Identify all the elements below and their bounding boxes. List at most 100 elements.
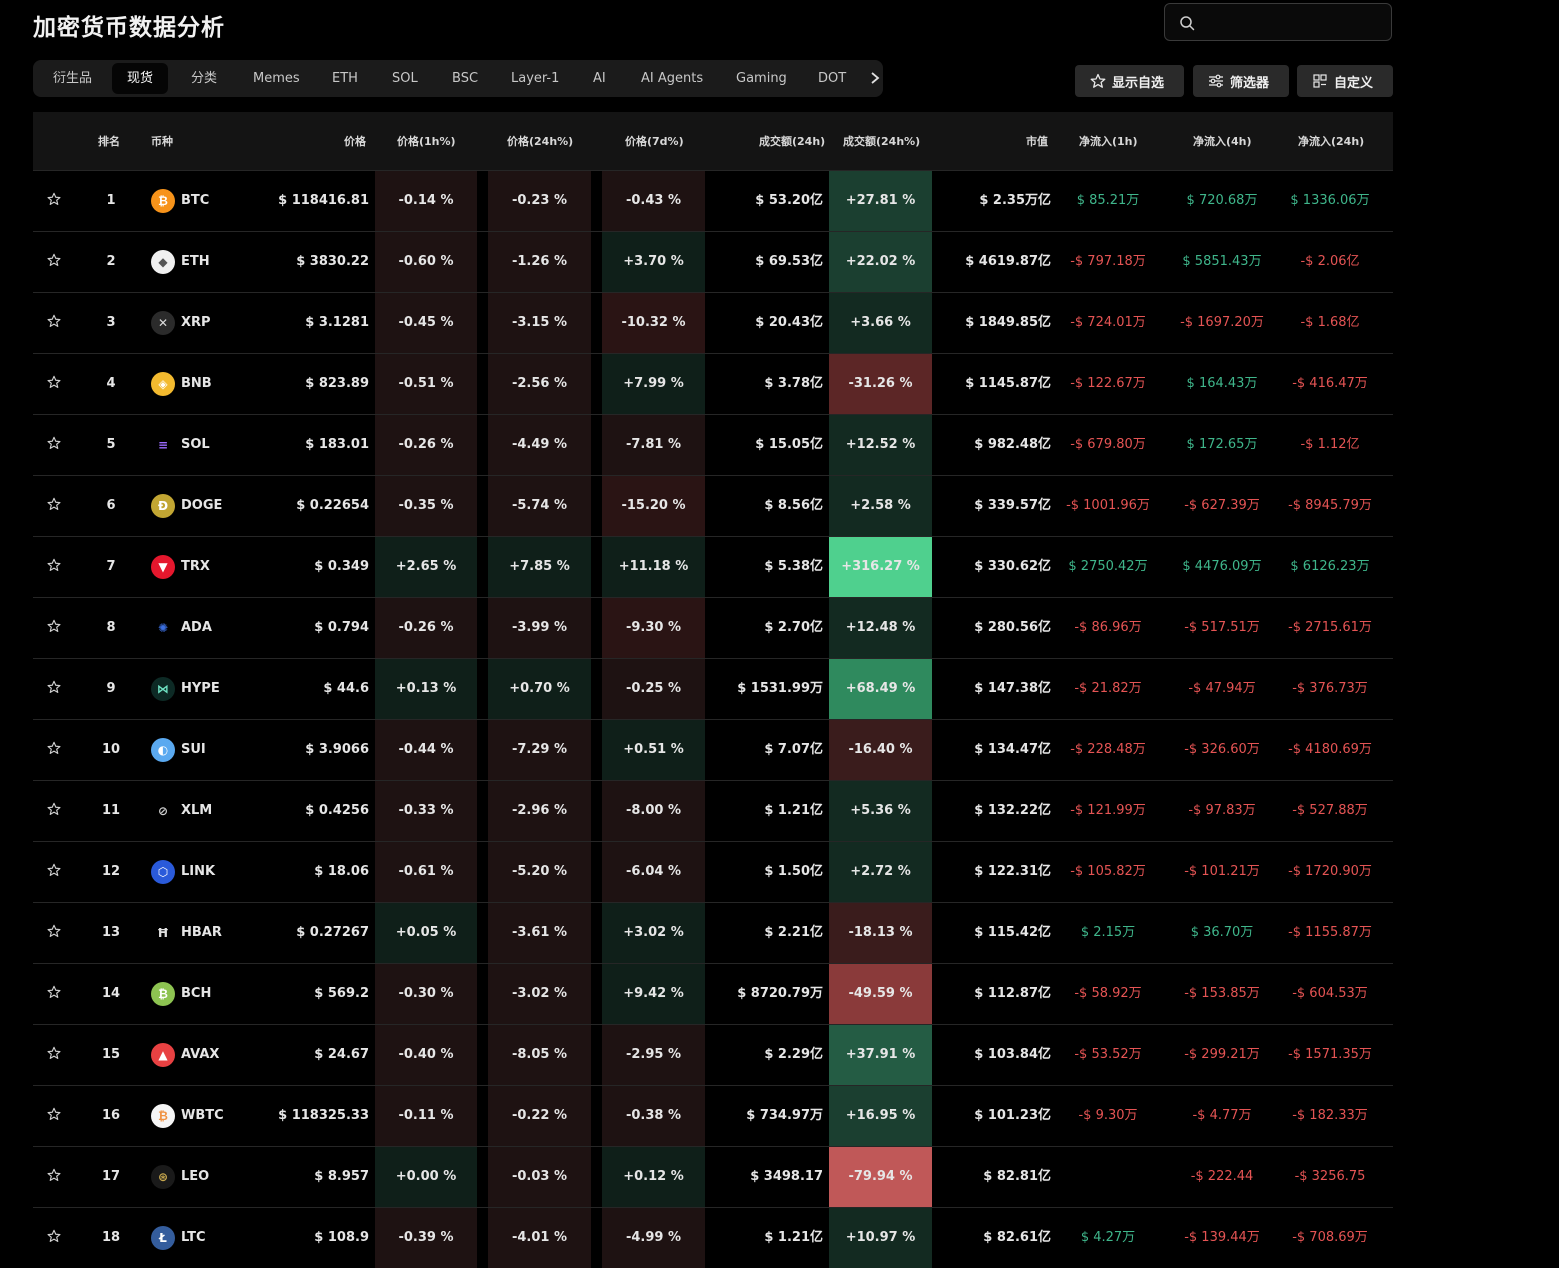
tab-12[interactable]: DOT	[803, 63, 861, 94]
table-row[interactable]: 14 ₿ BCH $ 569.2 -0.30 % -3.02 % +9.42 % $ 8720…	[33, 963, 1393, 1024]
rank-cell: 17	[101, 1169, 121, 1184]
price-change-24h-cell: +7.85 %	[488, 537, 591, 597]
customize-button[interactable]: 自定义	[1297, 65, 1393, 97]
price-change-7d-cell: -0.25 %	[602, 659, 705, 719]
market-cap-cell: $ 4619.87亿	[965, 254, 1051, 269]
favorite-star-icon[interactable]	[47, 619, 65, 637]
table-row[interactable]: 11 ⊘ XLM $ 0.4256 -0.33 % -2.96 % -8.00 % $ 1.2…	[33, 780, 1393, 841]
price-change-7d-cell: -4.99 %	[602, 1208, 705, 1268]
coin-symbol: DOGE	[181, 498, 223, 513]
tab-11[interactable]: Gaming	[721, 63, 802, 94]
table-row[interactable]: 10 ◐ SUI $ 3.9066 -0.44 % -7.29 % +0.51 % $ 7.0…	[33, 719, 1393, 780]
tab-4[interactable]: Memes	[238, 63, 315, 94]
table-row[interactable]: 16 ₿ WBTC $ 118325.33 -0.11 % -0.22 % -0.38 % $…	[33, 1085, 1393, 1146]
stellar-icon: ⊘	[157, 804, 169, 818]
tab-10[interactable]: AI Agents	[626, 63, 718, 94]
column-header-netflow-24h[interactable]: 净流入(24h)	[1298, 133, 1364, 149]
netflow-24h-cell: -$ 1.68亿	[1300, 315, 1360, 330]
favorite-star-icon[interactable]	[47, 1046, 65, 1064]
favorite-star-icon[interactable]	[47, 985, 65, 1003]
column-header-price-7d[interactable]: 价格(7d%)	[625, 133, 684, 149]
price-change-1h-cell: -0.60 %	[375, 232, 477, 292]
favorite-star-icon[interactable]	[47, 192, 65, 210]
favorite-star-icon[interactable]	[47, 1107, 65, 1125]
table-row[interactable]: 2 ◆ ETH $ 3830.22 -0.60 % -1.26 % +3.70 % $ 69.…	[33, 231, 1393, 292]
price-change-7d-cell: +7.99 %	[602, 354, 705, 414]
column-header-netflow-1h[interactable]: 净流入(1h)	[1079, 133, 1138, 149]
price-change-1h-cell: -0.35 %	[375, 476, 477, 536]
price-cell: $ 118416.81	[278, 193, 369, 208]
volume-cell: $ 15.05亿	[755, 437, 823, 452]
table-row[interactable]: 13 Ħ HBAR $ 0.27267 +0.05 % -3.61 % +3.02 % $ 2…	[33, 902, 1393, 963]
favorite-star-icon[interactable]	[47, 558, 65, 576]
column-header-volume[interactable]: 成交额(24h)	[759, 133, 825, 149]
favorite-star-icon[interactable]	[47, 863, 65, 881]
search-box[interactable]	[1164, 3, 1392, 41]
price-cell: $ 0.22654	[296, 498, 369, 513]
price-change-1h-cell: -0.26 %	[375, 415, 477, 475]
favorite-star-icon[interactable]	[47, 253, 65, 271]
favorite-star-icon[interactable]	[47, 741, 65, 759]
netflow-4h-cell: $ 172.65万	[1186, 437, 1258, 452]
netflow-24h-cell: -$ 1.12亿	[1300, 437, 1360, 452]
price-change-7d-cell: -0.43 %	[602, 171, 705, 231]
tab-6[interactable]: SOL	[377, 63, 433, 94]
favorite-star-icon[interactable]	[47, 802, 65, 820]
tab-8[interactable]: Layer-1	[496, 63, 574, 94]
watchlist-button[interactable]: 显示自选	[1075, 65, 1184, 97]
leo-icon: ⊛	[151, 1165, 175, 1189]
price-change-7d-cell: +11.18 %	[602, 537, 705, 597]
table-row[interactable]: 7 ▼ TRX $ 0.349 +2.65 % +7.85 % +11.18 % $ 5.38…	[33, 536, 1393, 597]
favorite-star-icon[interactable]	[47, 497, 65, 515]
filter-button-label: 筛选器	[1230, 76, 1270, 91]
table-row[interactable]: 5 ≡ SOL $ 183.01 -0.26 % -4.49 % -7.81 % $ 15.0…	[33, 414, 1393, 475]
table-row[interactable]: 4 ◈ BNB $ 823.89 -0.51 % -2.56 % +7.99 % $ 3.78…	[33, 353, 1393, 414]
favorite-star-icon[interactable]	[47, 436, 65, 454]
tab-1[interactable]: 衍生品	[38, 63, 107, 94]
volume-cell: $ 2.70亿	[764, 620, 823, 635]
netflow-24h-cell: -$ 604.53万	[1292, 986, 1368, 1001]
tab-7[interactable]: BSC	[437, 63, 493, 94]
netflow-1h-cell: -$ 122.67万	[1070, 376, 1146, 391]
column-header-price[interactable]: 价格	[344, 133, 366, 149]
rank-cell: 15	[101, 1047, 121, 1062]
favorite-star-icon[interactable]	[47, 680, 65, 698]
netflow-1h-cell: $ 2750.42万	[1068, 559, 1148, 574]
favorite-star-icon[interactable]	[47, 924, 65, 942]
price-change-24h-cell: -8.05 %	[488, 1025, 591, 1085]
table-row[interactable]: 1 ₿ BTC $ 118416.81 -0.14 % -0.23 % -0.43 % $ 5…	[33, 170, 1393, 231]
tab-9[interactable]: AI	[578, 63, 621, 94]
column-header-market-cap[interactable]: 市值	[1026, 133, 1048, 149]
tab-3[interactable]: 分类	[176, 63, 232, 94]
table-row[interactable]: 6 Ð DOGE $ 0.22654 -0.35 % -5.74 % -15.20 % $ 8…	[33, 475, 1393, 536]
favorite-star-icon[interactable]	[47, 1229, 65, 1247]
column-header-rank[interactable]: 排名	[98, 133, 120, 149]
favorite-star-icon[interactable]	[47, 375, 65, 393]
column-header-volume-pct[interactable]: 成交额(24h%)	[843, 133, 920, 149]
search-input[interactable]	[1203, 10, 1387, 36]
table-row[interactable]: 17 ⊛ LEO $ 8.957 +0.00 % -0.03 % +0.12 % $ 3498…	[33, 1146, 1393, 1207]
market-cap-cell: $ 1849.85亿	[965, 315, 1051, 330]
filter-button[interactable]: 筛选器	[1193, 65, 1289, 97]
table-row[interactable]: 8 ✺ ADA $ 0.794 -0.26 % -3.99 % -9.30 % $ 2.70亿…	[33, 597, 1393, 658]
favorite-star-icon[interactable]	[47, 1168, 65, 1186]
netflow-4h-cell: -$ 97.83万	[1188, 803, 1256, 818]
chevron-right-icon[interactable]	[867, 68, 883, 88]
table-row[interactable]: 15 ▲ AVAX $ 24.67 -0.40 % -8.05 % -2.95 % $ 2.2…	[33, 1024, 1393, 1085]
column-header-price-24h[interactable]: 价格(24h%)	[507, 133, 573, 149]
column-header-coin[interactable]: 币种	[151, 133, 173, 149]
tab-5[interactable]: ETH	[317, 63, 373, 94]
table-row[interactable]: 12 ⬡ LINK $ 18.06 -0.61 % -5.20 % -6.04 % $ 1.5…	[33, 841, 1393, 902]
table-row[interactable]: 3 ✕ XRP $ 3.1281 -0.45 % -3.15 % -10.32 % $ 20.…	[33, 292, 1393, 353]
table-row[interactable]: 18 Ł LTC $ 108.9 -0.39 % -4.01 % -4.99 % $ 1.21…	[33, 1207, 1393, 1268]
table-row[interactable]: 9 ⋈ HYPE $ 44.6 +0.13 % +0.70 % -0.25 % $ 1531.…	[33, 658, 1393, 719]
search-icon	[1180, 16, 1195, 31]
volume-change-cell: +3.66 %	[829, 293, 932, 353]
netflow-24h-cell: -$ 1155.87万	[1288, 925, 1372, 940]
volume-change-cell: +316.27 %	[829, 537, 932, 597]
tab-2[interactable]: 现货	[112, 63, 169, 94]
rank-cell: 6	[106, 498, 116, 513]
column-header-price-1h[interactable]: 价格(1h%)	[397, 133, 456, 149]
favorite-star-icon[interactable]	[47, 314, 65, 332]
column-header-netflow-4h[interactable]: 净流入(4h)	[1193, 133, 1252, 149]
